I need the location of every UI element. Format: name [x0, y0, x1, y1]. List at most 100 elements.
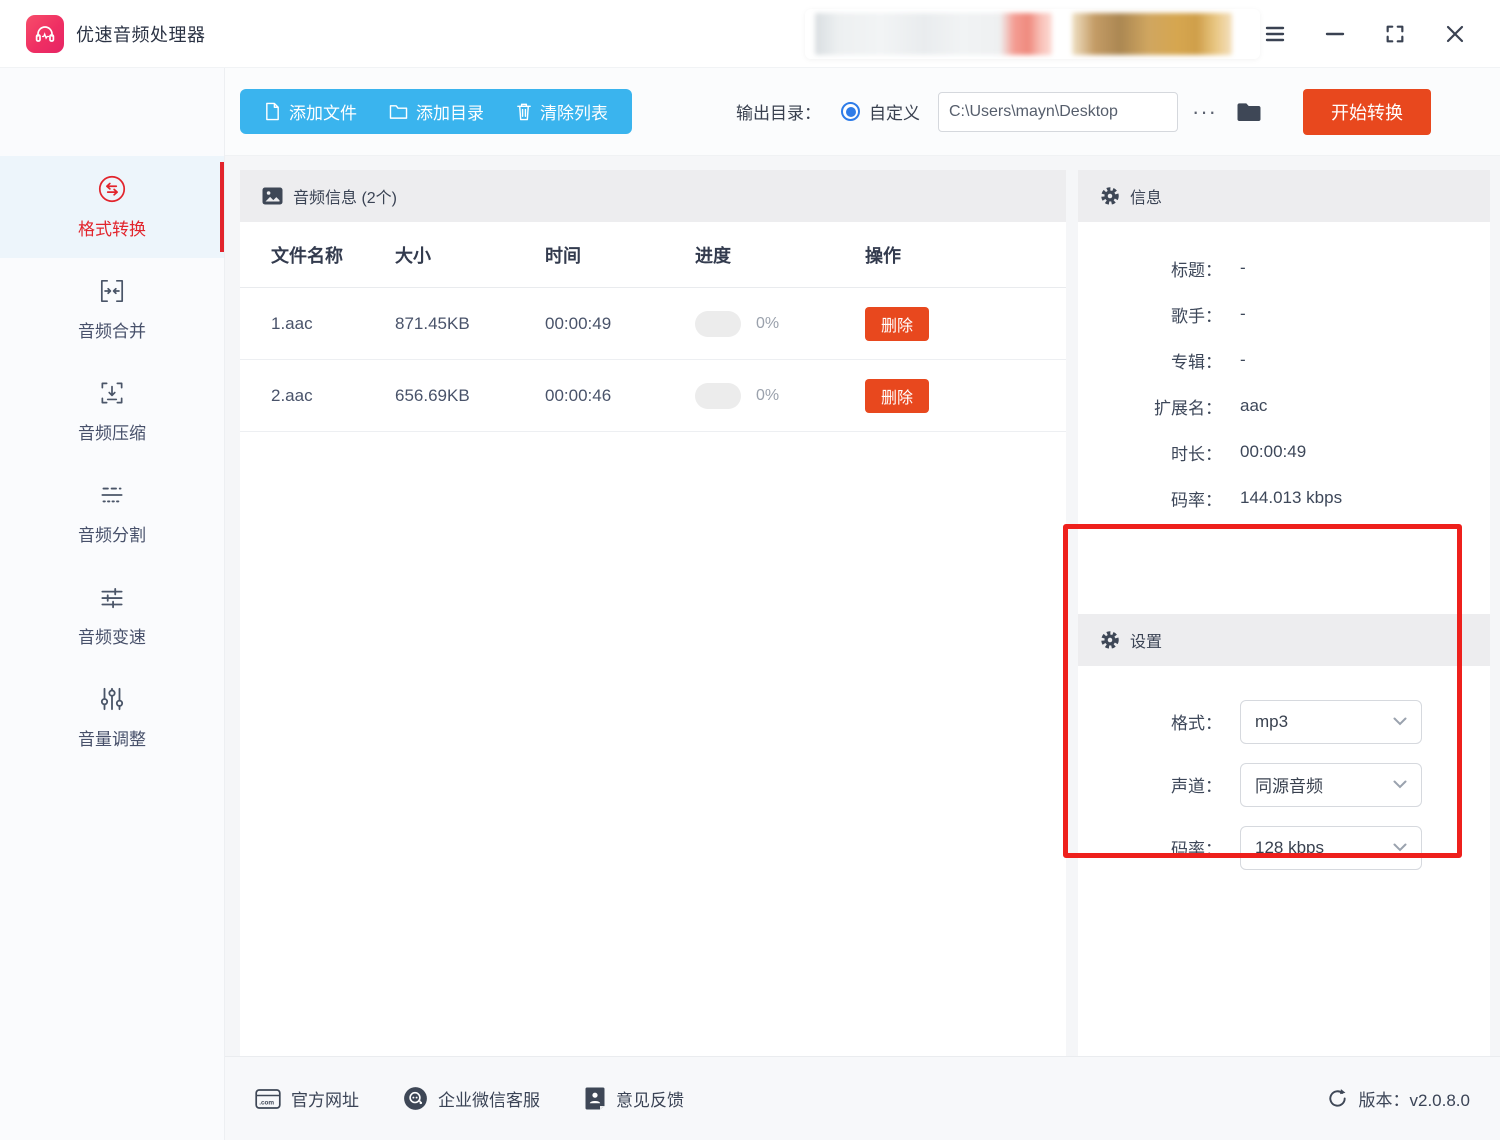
- footer-link-label: 意见反馈: [616, 1091, 684, 1110]
- sidebar-item-audio-split[interactable]: 音频分割: [0, 462, 224, 564]
- file-name: 1.aac: [271, 313, 313, 333]
- feedback-icon: [585, 1087, 605, 1110]
- window-controls: [1256, 0, 1500, 68]
- info-title: 信息: [1130, 190, 1163, 207]
- sidebar: 格式转换 音频合并 音频压缩 音频分割 音频变速 音量调整: [0, 68, 225, 1140]
- maximize-icon[interactable]: [1376, 15, 1414, 53]
- redacted-region: [1072, 13, 1232, 55]
- refresh-icon: [1328, 1089, 1346, 1107]
- delete-button[interactable]: 删除: [865, 306, 929, 341]
- browse-more-button[interactable]: ···: [1192, 100, 1217, 122]
- format-label: 格式：: [1171, 714, 1222, 733]
- content-area: 音频信息 (2个) 文件名称 大小 时间 进度 操作 1.aac 871.45K…: [225, 156, 1500, 1056]
- app-window: 优速音频处理器 格式转换 音频合并 音频压缩 音频分割 音频变速 音量调整 添加…: [0, 0, 1500, 1140]
- output-dir-label: 输出目录：: [736, 104, 821, 123]
- clear-list-button[interactable]: 清除列表: [500, 89, 624, 134]
- version-info: 版本：v2.0.8.0: [1326, 1086, 1470, 1111]
- progress-bar: [695, 382, 741, 409]
- table-row: 2.aac 656.69KB 00:00:46 0% 删除: [240, 360, 1066, 432]
- progress-percent: 0%: [756, 386, 780, 404]
- info-label: 时长：: [1171, 444, 1222, 464]
- sidebar-item-audio-compress[interactable]: 音频压缩: [0, 360, 224, 462]
- sidebar-item-label: 音频压缩: [78, 424, 146, 443]
- speed-icon: [97, 582, 127, 612]
- sidebar-item-label: 音频变速: [78, 628, 146, 647]
- action-cell: 删除: [865, 306, 1066, 341]
- file-name: 2.aac: [271, 385, 313, 405]
- chevron-down-icon: [1393, 843, 1407, 852]
- footer-link-label: 官方网址: [291, 1091, 359, 1110]
- col-action: 操作: [865, 245, 901, 266]
- toolbar: 添加文件 添加目录 清除列表 输出目录： 自定义 ···: [225, 68, 1500, 156]
- col-time: 时间: [545, 245, 581, 266]
- sidebar-item-label: 格式转换: [78, 220, 146, 239]
- file-size: 871.45KB: [395, 313, 470, 333]
- progress-cell: 0%: [695, 382, 865, 409]
- image-icon: [262, 187, 283, 205]
- info-header: 信息: [1078, 170, 1490, 222]
- open-folder-icon[interactable]: [1235, 100, 1263, 124]
- file-duration: 00:00:49: [545, 313, 612, 333]
- close-icon[interactable]: [1436, 15, 1474, 53]
- info-value: -: [1240, 304, 1246, 323]
- sidebar-item-audio-speed[interactable]: 音频变速: [0, 564, 224, 666]
- trash-icon: [517, 103, 531, 121]
- file-duration: 00:00:46: [545, 385, 612, 405]
- output-path-input[interactable]: [938, 91, 1178, 132]
- merge-icon: [97, 276, 127, 306]
- bitrate-label: 码率：: [1171, 840, 1222, 859]
- official-website-link[interactable]: .com 官方网址: [255, 1086, 359, 1111]
- gear-icon: [1101, 187, 1119, 205]
- col-progress: 进度: [695, 245, 731, 266]
- app-logo-icon: [26, 14, 64, 53]
- info-value: 00:00:49: [1240, 442, 1307, 461]
- channel-select[interactable]: 同源音频: [1240, 762, 1422, 807]
- delete-button[interactable]: 删除: [865, 378, 929, 413]
- info-label: 扩展名：: [1154, 398, 1222, 418]
- app-title: 优速音频处理器: [76, 24, 206, 45]
- feedback-link[interactable]: 意见反馈: [584, 1086, 684, 1111]
- title-bar: 优速音频处理器: [0, 0, 1500, 68]
- info-label: 歌手：: [1171, 306, 1222, 326]
- table-row: 1.aac 871.45KB 00:00:49 0% 删除: [240, 288, 1066, 360]
- action-cell: 删除: [865, 378, 1066, 413]
- custom-dir-radio[interactable]: 自定义: [841, 99, 920, 124]
- gear-icon: [1101, 631, 1119, 649]
- info-value: -: [1240, 258, 1246, 277]
- sidebar-item-format-convert[interactable]: 格式转换: [0, 156, 224, 258]
- progress-cell: 0%: [695, 310, 865, 337]
- start-convert-button[interactable]: 开始转换: [1302, 88, 1431, 135]
- sidebar-item-audio-merge[interactable]: 音频合并: [0, 258, 224, 360]
- sidebar-item-volume-adjust[interactable]: 音量调整: [0, 666, 224, 768]
- info-label: 专辑：: [1171, 352, 1222, 372]
- redacted-region: [815, 13, 1052, 55]
- wechat-support-link[interactable]: 企业微信客服: [403, 1086, 540, 1111]
- info-label: 码率：: [1171, 490, 1222, 510]
- footer: .com 官方网址 企业微信客服 意见反馈 版本：v2.0.8.0: [225, 1056, 1500, 1140]
- channel-label: 声道：: [1171, 777, 1222, 796]
- radio-selected-icon: [841, 102, 860, 121]
- format-select[interactable]: mp3: [1240, 699, 1422, 744]
- chevron-down-icon: [1393, 717, 1407, 726]
- file-icon: [266, 102, 279, 121]
- settings-header: 设置: [1078, 614, 1490, 666]
- split-icon: [97, 480, 127, 510]
- volume-icon: [97, 684, 127, 714]
- convert-icon: [97, 174, 127, 204]
- menu-icon[interactable]: [1256, 15, 1294, 53]
- add-directory-button[interactable]: 添加目录: [373, 89, 500, 134]
- progress-bar: [695, 310, 741, 337]
- minimize-icon[interactable]: [1316, 15, 1354, 53]
- radio-label: 自定义: [869, 104, 920, 123]
- website-icon: .com: [255, 1088, 281, 1109]
- col-file-name: 文件名称: [271, 245, 343, 266]
- settings-list: 格式： mp3 声道： 同源音频 码率： 128 kbps: [1078, 666, 1490, 879]
- svg-text:.com: .com: [259, 1099, 274, 1106]
- compress-icon: [97, 378, 127, 408]
- file-actions-group: 添加文件 添加目录 清除列表: [240, 89, 632, 134]
- settings-title: 设置: [1130, 634, 1163, 651]
- footer-link-label: 企业微信客服: [438, 1091, 540, 1110]
- bitrate-select[interactable]: 128 kbps: [1240, 825, 1422, 870]
- add-file-button[interactable]: 添加文件: [248, 89, 373, 134]
- sidebar-item-label: 音频合并: [78, 322, 146, 341]
